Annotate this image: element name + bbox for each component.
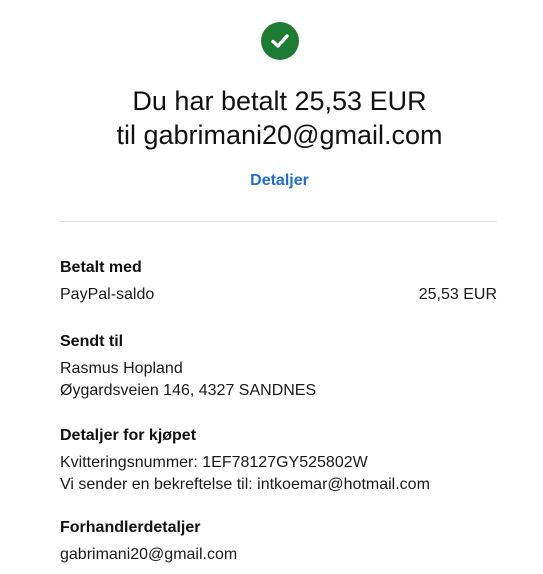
- merchant-details-title: Forhandlerdetaljer: [60, 519, 201, 536]
- headline-amount: Du har betalt 25,53 EUR: [132, 86, 427, 116]
- purchase-details-section: Detaljer for kjøpet Kvitteringsnummer: 1…: [60, 426, 497, 496]
- receipt-number: Kvitteringsnummer: 1EF78127GY525802W: [60, 454, 368, 471]
- paid-with-row: PayPal-saldo 25,53 EUR: [60, 284, 497, 306]
- recipient-address: Øygardsveien 146, 4327 SANDNES: [60, 382, 317, 399]
- merchant-email: gabrimani20@gmail.com: [60, 546, 238, 563]
- divider: [60, 221, 497, 222]
- confirmation-email: Vi sender en bekreftelse til: intkoemar@…: [60, 476, 430, 493]
- paid-with-title: Betalt med: [60, 259, 142, 276]
- sent-to-section: Sendt til Rasmus Hopland Øygardsveien 14…: [60, 332, 497, 402]
- purchase-details-title: Detaljer for kjøpet: [60, 427, 197, 444]
- headline-recipient: til gabrimani20@gmail.com: [116, 120, 443, 150]
- payment-headline: Du har betalt 25,53 EUR til gabrimani20@…: [0, 84, 543, 152]
- checkmark-icon: [271, 34, 289, 48]
- recipient-name: Rasmus Hopland: [60, 360, 183, 377]
- details-link[interactable]: Detaljer: [0, 172, 543, 190]
- payment-method: PayPal-saldo: [60, 286, 155, 303]
- sent-to-title: Sendt til: [60, 333, 124, 350]
- checkmark-circle-icon: [261, 22, 299, 60]
- payment-amount: 25,53 EUR: [418, 286, 497, 303]
- paid-with-section: Betalt med PayPal-saldo 25,53 EUR: [60, 258, 497, 306]
- merchant-details-section: Forhandlerdetaljer gabrimani20@gmail.com: [60, 518, 497, 566]
